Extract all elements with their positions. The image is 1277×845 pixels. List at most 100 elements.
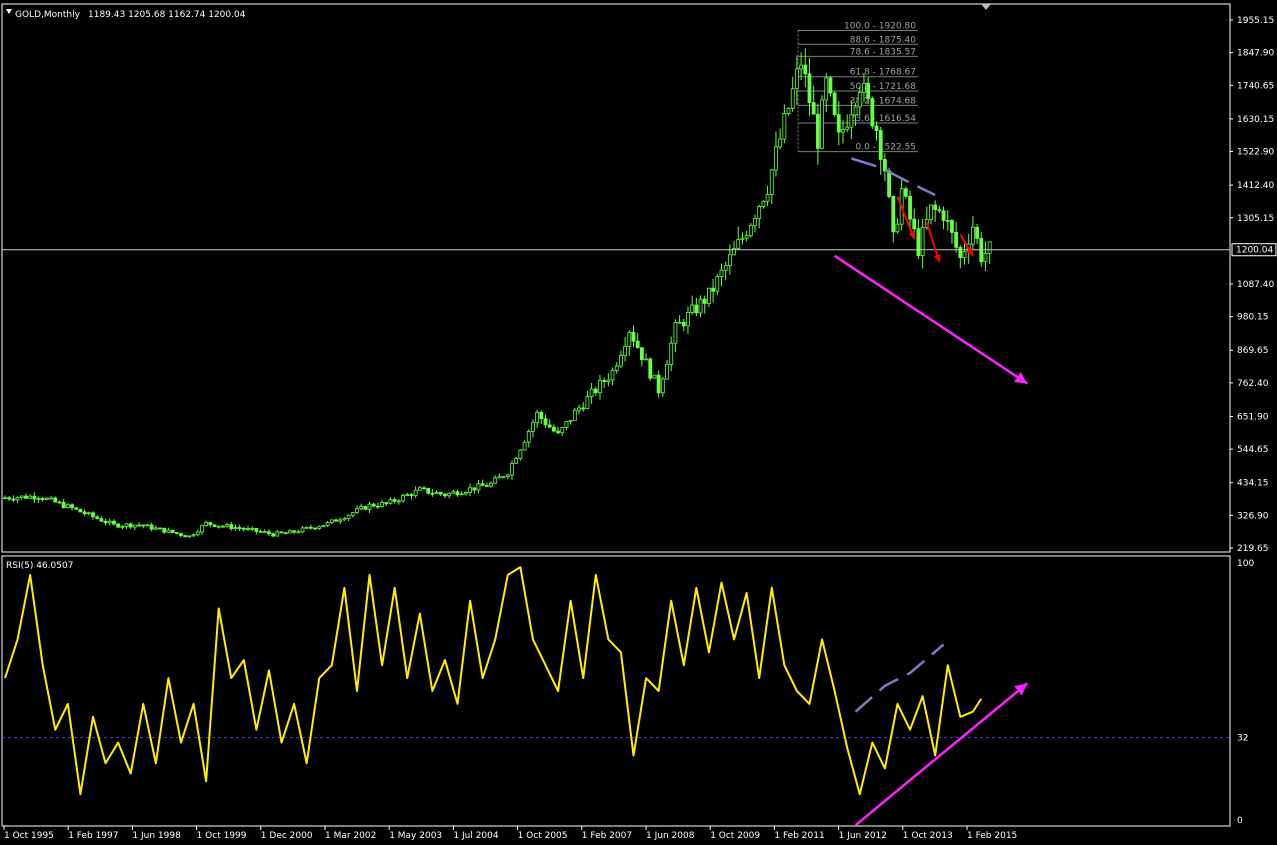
candle-bear [11, 498, 16, 501]
candle-bull [187, 535, 192, 538]
candle-bull [849, 114, 854, 128]
candle-bull [690, 304, 695, 313]
candle-bull [673, 322, 678, 344]
candle-bull [572, 409, 577, 421]
candle-bull [778, 138, 783, 148]
candle-bear [279, 531, 284, 534]
candle-bull [405, 494, 410, 496]
candle-bear [480, 483, 485, 486]
candle-bull [216, 525, 221, 528]
price-tick-label: 544.65 [1237, 445, 1269, 455]
candle-bear [539, 411, 544, 420]
candle-bull [531, 422, 535, 432]
candle-bear [828, 77, 833, 94]
time-tick-label: 1 Oct 1995 [4, 831, 54, 841]
candle-bull [757, 205, 762, 219]
candle-bear [32, 495, 37, 500]
fib-level-label: 0.0 - 1522.55 [856, 143, 917, 153]
candle-bear [933, 204, 938, 210]
price-tick-label: 1412.40 [1237, 181, 1274, 191]
candle-bull [589, 388, 594, 398]
price-title-group: GOLD,Monthly 1189.43 1205.68 1162.74 120… [6, 9, 246, 20]
chart-window[interactable]: GOLD,Monthly 1189.43 1205.68 1162.74 120… [0, 0, 1277, 841]
price-tick-label: 762.40 [1237, 379, 1269, 389]
candle-bull [522, 441, 527, 451]
candle-bear [593, 388, 598, 394]
candle-bull [413, 489, 418, 497]
candle-bull [380, 502, 385, 507]
candle-bull [250, 527, 255, 530]
candle-bull [417, 487, 422, 491]
candle-bear [836, 114, 841, 133]
candle-bear [128, 523, 133, 528]
candle-bear [648, 358, 653, 379]
candle-bull [841, 128, 845, 133]
candle-bear [292, 530, 297, 533]
candle-bull [401, 495, 405, 502]
candle-bull [325, 522, 330, 526]
candle-bear [271, 533, 276, 537]
candle-bear [581, 407, 586, 410]
candle-bull [623, 345, 628, 356]
candle-bear [212, 524, 217, 527]
time-tick-label: 1 Oct 2013 [903, 831, 953, 841]
candle-bull [736, 239, 741, 250]
candle-bear [334, 519, 338, 522]
candle-bear [267, 531, 271, 535]
rsi-title: RSI(5) 46.0507 [6, 561, 73, 571]
candle-bull [518, 449, 523, 459]
rsi-tick-label: 100 [1237, 559, 1254, 569]
time-tick-label: 1 May 2003 [389, 831, 442, 841]
chart-canvas[interactable]: GOLD,Monthly 1189.43 1205.68 1162.74 120… [0, 0, 1277, 841]
candle-bull [45, 497, 49, 500]
candle-bull [367, 503, 372, 510]
candle-bear [878, 130, 883, 160]
candle-bull [145, 524, 150, 527]
candle-bear [912, 218, 917, 230]
candle-bear [174, 532, 179, 534]
candle-bear [945, 220, 950, 222]
time-tick-label: 1 Jun 2012 [839, 831, 887, 841]
candle-bear [807, 73, 812, 103]
candle-bull [459, 493, 464, 496]
time-tick-label: 1 Jun 1998 [132, 831, 181, 841]
candle-bear [7, 497, 12, 500]
candle-bull [191, 534, 196, 537]
candle-bull [769, 169, 774, 195]
candle-bear [95, 516, 100, 520]
candle-bull [727, 254, 732, 266]
candle-bull [748, 225, 753, 237]
candle-bear [631, 332, 636, 342]
candle-bull [132, 524, 137, 528]
candle-bear [874, 125, 879, 131]
candle-bear [409, 494, 414, 497]
candle-bull [774, 146, 778, 171]
candle-bull [220, 525, 225, 528]
candle-bull [987, 241, 992, 254]
candle-bear [363, 506, 368, 510]
time-tick-label: 1 Jul 2004 [453, 831, 498, 841]
candle-bull [723, 265, 728, 271]
candle-bull [707, 287, 711, 304]
candle-bear [91, 512, 95, 518]
candle-bear [958, 246, 963, 259]
current-price-label: 1200.04 [1236, 246, 1273, 256]
candle-bull [514, 458, 519, 464]
candle-bull [233, 527, 238, 530]
time-tick-label: 1 Feb 2007 [582, 831, 632, 841]
candle-bull [355, 508, 359, 514]
candle-bear [116, 523, 121, 528]
candle-bull [36, 498, 41, 500]
candle-bear [472, 487, 477, 491]
candle-bear [158, 527, 162, 530]
candle-bull [652, 374, 657, 379]
candle-bear [891, 196, 896, 233]
time-tick-label: 1 Dec 2000 [261, 831, 313, 841]
candle-bull [895, 223, 900, 233]
candle-bear [941, 210, 946, 221]
fib-level-label: 23.6 - 1616.54 [850, 114, 916, 124]
candle-bull [225, 524, 229, 527]
candle-bear [866, 82, 871, 99]
candle-bull [761, 200, 766, 207]
candle-bear [179, 533, 183, 536]
